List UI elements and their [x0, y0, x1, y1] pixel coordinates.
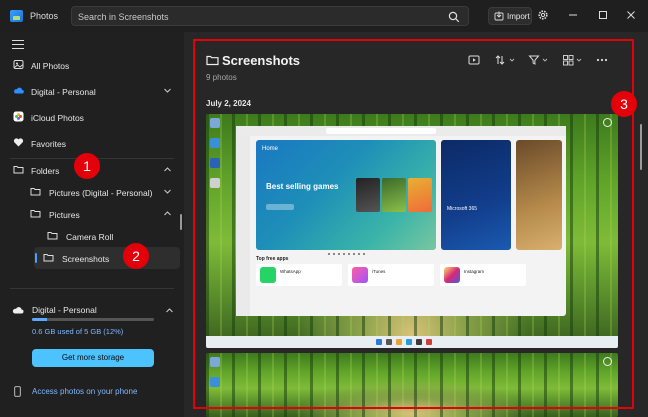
folder-icon	[30, 188, 41, 196]
sidebar-item-screenshots[interactable]: Screenshots	[34, 247, 180, 269]
chevron-up-icon[interactable]	[163, 165, 172, 174]
search-box[interactable]	[71, 6, 469, 26]
get-more-storage-button[interactable]: Get more storage	[32, 349, 154, 367]
sidebar-item-icloud-photos[interactable]: iCloud Photos	[4, 106, 180, 128]
sidebar-item-label: Camera Roll	[66, 232, 114, 242]
folder-icon	[30, 210, 41, 218]
photos-app-icon	[10, 10, 23, 22]
folder-icon	[13, 166, 24, 174]
storage-progress-bar	[32, 318, 154, 321]
close-button[interactable]	[624, 8, 638, 22]
main-scrollbar[interactable]	[640, 124, 642, 170]
sidebar-item-label: All Photos	[31, 61, 70, 71]
sidebar-item-label: Screenshots	[62, 254, 110, 264]
sidebar-item-label: Pictures	[49, 210, 80, 220]
import-label: Import	[507, 12, 530, 21]
icloud-icon	[13, 111, 24, 122]
chevron-down-icon[interactable]	[163, 187, 172, 196]
storage-usage-text: 0.6 GB used of 5 GB (12%)	[32, 327, 124, 336]
all-photos-icon	[13, 60, 24, 69]
search-icon[interactable]	[448, 11, 460, 23]
maximize-button[interactable]	[596, 8, 610, 22]
chevron-up-icon[interactable]	[163, 209, 172, 218]
cloud-icon	[12, 307, 24, 314]
sidebar-item-label: Folders	[31, 166, 60, 176]
sidebar-item-all-photos[interactable]: All Photos	[4, 54, 180, 76]
sidebar-item-label: iCloud Photos	[31, 113, 84, 123]
storage-progress-fill	[32, 318, 47, 321]
sidebar: All Photos Digital - Personal iCloud Pho…	[0, 32, 184, 417]
chevron-up-icon[interactable]	[165, 306, 174, 315]
folder-icon	[43, 254, 54, 262]
minimize-button[interactable]	[566, 8, 580, 22]
sidebar-scrollbar[interactable]	[180, 214, 182, 230]
phone-icon	[14, 386, 21, 397]
gear-icon[interactable]	[537, 9, 549, 21]
sidebar-item-camera-roll[interactable]: Camera Roll	[4, 225, 180, 247]
sidebar-item-label: Digital - Personal	[31, 87, 96, 97]
import-button[interactable]: Import	[488, 7, 532, 25]
sidebar-item-pictures[interactable]: Pictures	[4, 203, 180, 225]
annotation-badge-2: 2	[123, 243, 149, 269]
app-title: Photos	[30, 11, 59, 21]
selection-indicator	[35, 253, 37, 263]
sidebar-item-label: Favorites	[31, 139, 66, 149]
folder-icon	[47, 232, 58, 240]
onedrive-cloud-icon	[14, 87, 24, 94]
chevron-down-icon[interactable]	[163, 86, 172, 95]
sidebar-item-favorites[interactable]: Favorites	[4, 132, 180, 154]
annotation-rectangle	[193, 39, 634, 409]
sidebar-divider	[10, 288, 174, 289]
sidebar-item-pictures-digital-personal[interactable]: Pictures (Digital - Personal)	[4, 181, 180, 203]
storage-title: Digital - Personal	[32, 305, 97, 315]
heart-icon	[13, 138, 24, 147]
title-bar: Photos Import	[0, 0, 648, 32]
sidebar-item-label: Pictures (Digital - Personal)	[49, 188, 153, 198]
sidebar-item-digital-personal[interactable]: Digital - Personal	[4, 80, 180, 102]
access-photos-on-phone-link[interactable]: Access photos on your phone	[32, 387, 137, 396]
search-input[interactable]	[78, 10, 438, 23]
hamburger-menu-icon[interactable]	[12, 40, 24, 50]
annotation-badge-3: 3	[611, 91, 637, 117]
annotation-badge-1: 1	[74, 153, 100, 179]
import-icon	[494, 11, 504, 21]
